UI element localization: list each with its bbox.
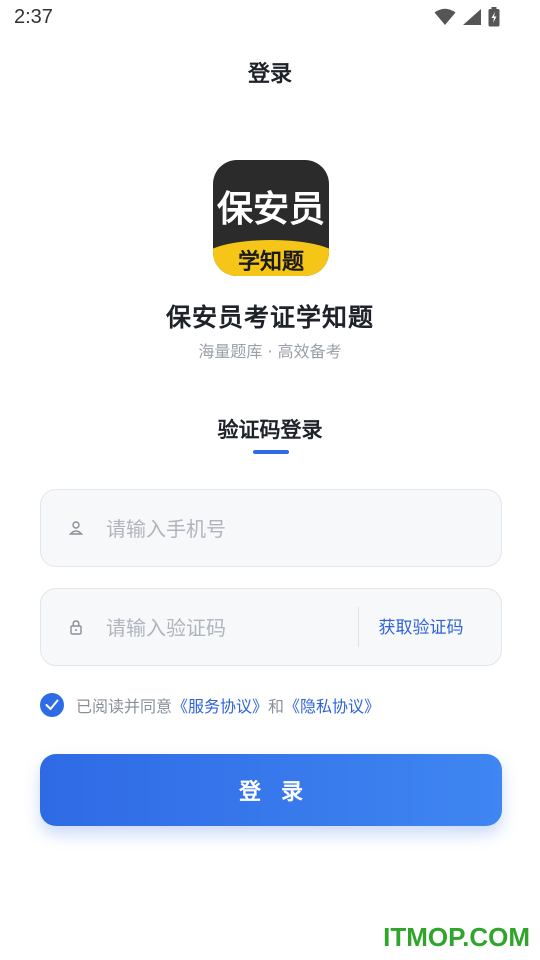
code-field: 获取验证码 [40,588,502,666]
status-bar: 2:37 [0,0,540,36]
checkmark-icon [45,699,59,710]
tab-code-login[interactable]: 验证码登录 [0,414,540,444]
wifi-icon [434,8,456,25]
status-time: 2:37 [14,6,53,28]
logo-text-bottom: 学知题 [237,250,304,275]
get-code-button[interactable]: 获取验证码 [359,613,483,643]
lock-icon [70,620,82,635]
agreement-conjunction: 和 [268,697,285,716]
agreement-checkbox[interactable] [40,693,64,717]
person-icon [68,521,84,535]
tab-active-indicator [253,450,289,454]
agreement-row: 已阅读并同意 《服务协议》 和 《隐私协议》 [40,692,380,718]
code-input[interactable] [106,611,346,645]
privacy-agreement-link[interactable]: 《隐私协议》 [284,693,380,717]
login-button[interactable]: 登录 [40,754,502,826]
app-logo: 保安员 学知题 [213,160,329,276]
status-icons [434,7,500,27]
watermark: ITMOP.COM [383,922,530,952]
page-title: 登录 [247,62,292,87]
phone-input[interactable] [106,512,346,546]
battery-charging-icon [488,7,500,27]
service-agreement-link[interactable]: 《服务协议》 [172,693,268,717]
app-slogan: 海量题库 · 高效备考 [198,342,342,361]
logo-text-top: 保安员 [216,189,325,230]
signal-icon [463,9,481,25]
phone-field [40,489,502,567]
app-name: 保安员考证学知题 [165,303,374,332]
agreement-prefix: 已阅读并同意 [76,697,173,716]
